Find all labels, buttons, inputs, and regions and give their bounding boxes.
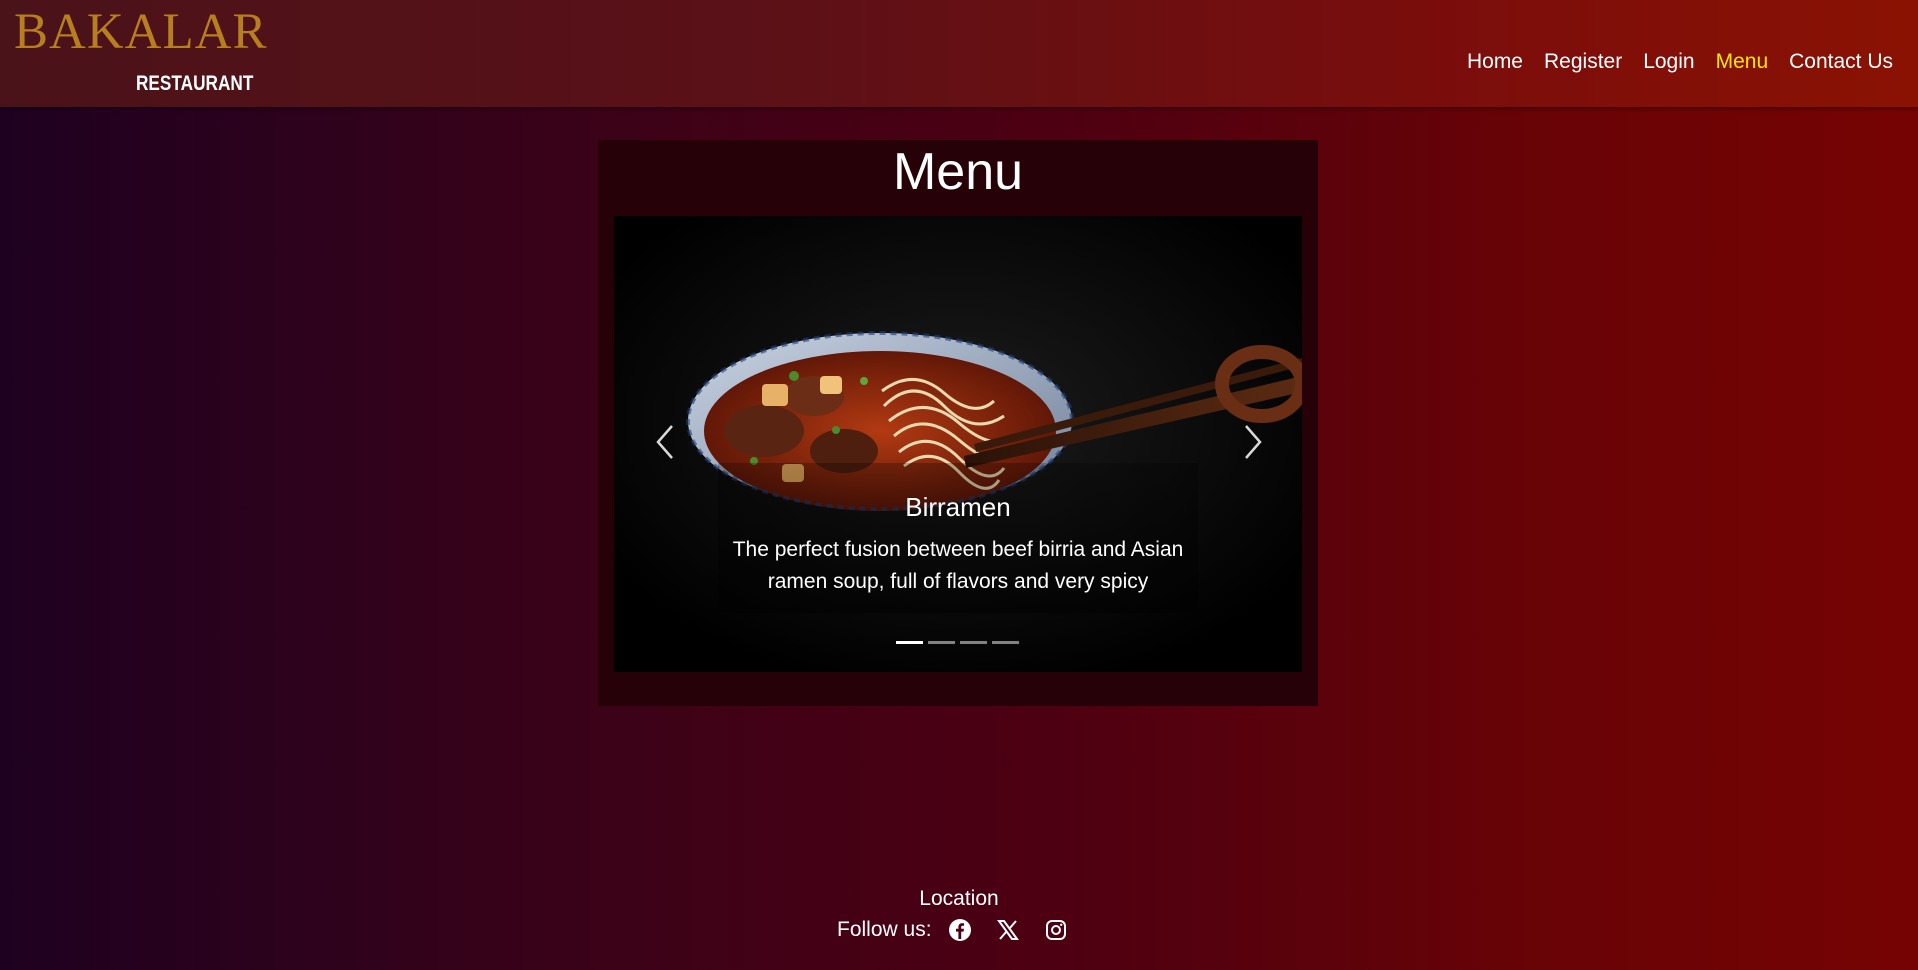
site-header: BAKALAR RESTAURANT Home Register Login M… bbox=[0, 0, 1918, 107]
page-title: Menu bbox=[892, 143, 1024, 201]
main-nav: Home Register Login Menu Contact Us bbox=[1467, 50, 1893, 74]
nav-home[interactable]: Home bbox=[1467, 50, 1523, 74]
x-icon[interactable] bbox=[996, 918, 1020, 942]
nav-contact-us[interactable]: Contact Us bbox=[1789, 50, 1893, 74]
nav-register[interactable]: Register bbox=[1544, 50, 1622, 74]
carousel-indicators bbox=[896, 641, 1019, 644]
nav-menu[interactable]: Menu bbox=[1716, 50, 1769, 74]
footer-location[interactable]: Location bbox=[0, 887, 1918, 911]
chevron-left-icon bbox=[656, 425, 673, 459]
follow-us-label: Follow us: bbox=[837, 918, 932, 941]
brand-logo-name[interactable]: BAKALAR bbox=[14, 4, 268, 60]
chevron-right-icon bbox=[1245, 425, 1262, 459]
carousel-next-button[interactable] bbox=[1232, 422, 1272, 462]
instagram-icon[interactable] bbox=[1044, 918, 1068, 942]
carousel-indicator-3[interactable] bbox=[960, 641, 987, 644]
slide-title: Birramen bbox=[905, 492, 1011, 522]
menu-panel: Menu Birramen The perfect fusion between… bbox=[598, 140, 1318, 706]
facebook-icon[interactable] bbox=[948, 918, 972, 942]
carousel-indicator-4[interactable] bbox=[992, 641, 1019, 644]
carousel-indicator-2[interactable] bbox=[928, 641, 955, 644]
slide-description: The perfect fusion between beef birria a… bbox=[732, 538, 1184, 593]
menu-carousel: Birramen The perfect fusion between beef… bbox=[614, 216, 1302, 672]
footer-social: Follow us: bbox=[837, 918, 1092, 942]
nav-login[interactable]: Login bbox=[1643, 50, 1694, 74]
carousel-prev-button[interactable] bbox=[646, 422, 686, 462]
brand-logo-subtitle: RESTAURANT bbox=[136, 72, 254, 95]
carousel-indicator-1[interactable] bbox=[896, 641, 923, 644]
